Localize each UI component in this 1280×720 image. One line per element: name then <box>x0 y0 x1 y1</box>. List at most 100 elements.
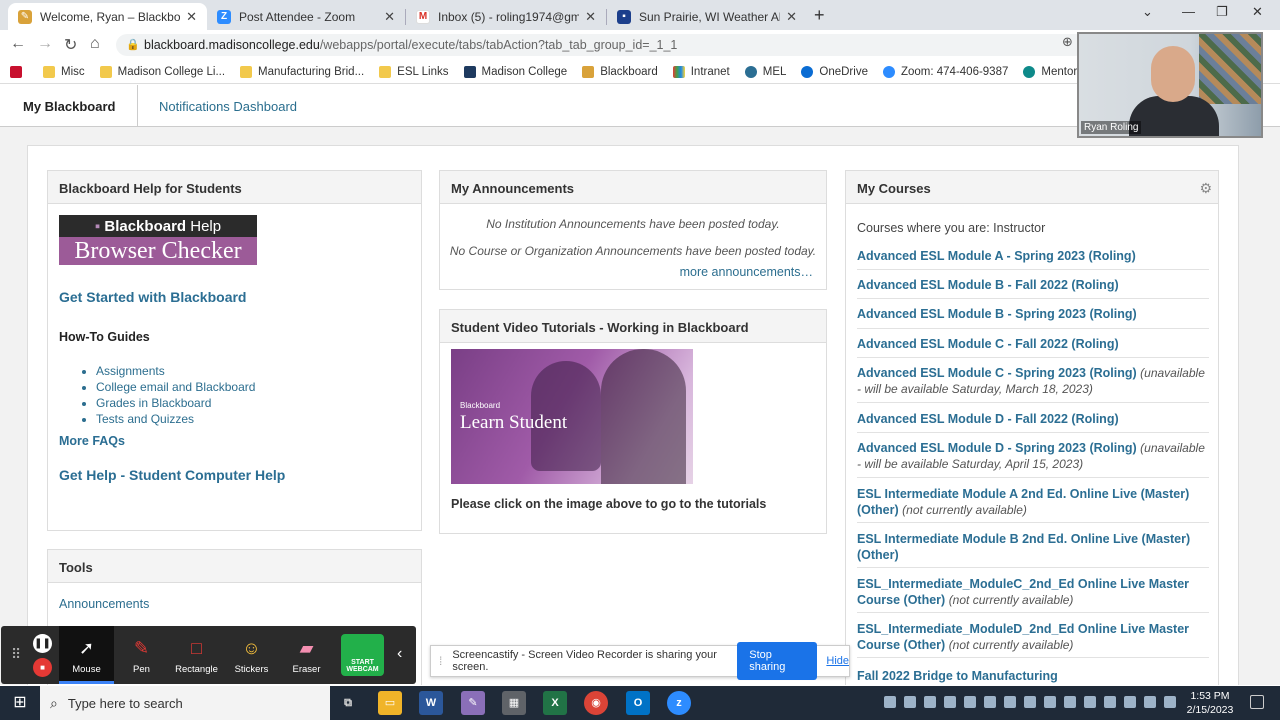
tray-meeting-icon[interactable] <box>904 696 916 708</box>
tab-weather[interactable]: ▪ Sun Prairie, WI Weather Alerts - T ✕ <box>607 3 807 30</box>
course-item[interactable]: ESL Intermediate Module B 2nd Ed. Online… <box>857 531 1209 563</box>
bookmark-onedrive[interactable]: OneDrive <box>801 65 868 78</box>
pause-icon[interactable]: ❚❚ <box>33 634 52 653</box>
start-webcam-button[interactable]: START WEBCAM <box>334 626 389 684</box>
reload-icon[interactable]: ↻ <box>64 35 77 55</box>
chrome-icon[interactable]: ◉ <box>584 691 608 715</box>
course-item[interactable]: Advanced ESL Module B - Spring 2023 (Rol… <box>857 306 1209 322</box>
bookmark-madison-college[interactable]: Madison College <box>463 65 567 78</box>
tray-teams-icon[interactable] <box>924 696 936 708</box>
tray-app-icon[interactable] <box>1024 696 1036 708</box>
close-tab-icon[interactable]: ✕ <box>585 9 596 25</box>
windows-start-icon[interactable]: ⊞ <box>0 686 40 720</box>
guide-college-email[interactable]: College email and Blackboard <box>96 380 255 394</box>
course-item[interactable]: Advanced ESL Module A - Spring 2023 (Rol… <box>857 248 1209 264</box>
grip-icon[interactable]: ⁞ <box>439 654 442 668</box>
bookmark-madison-college-li[interactable]: Madison College Li... <box>99 65 225 78</box>
close-tab-icon[interactable]: ✕ <box>186 9 197 25</box>
tray-bluetooth-icon[interactable] <box>1084 696 1096 708</box>
guide-grades[interactable]: Grades in Blackboard <box>96 396 255 410</box>
bookmark-misc[interactable]: Misc <box>43 65 85 78</box>
course-item[interactable]: Advanced ESL Module B - Fall 2022 (Rolin… <box>857 277 1209 293</box>
tab-my-blackboard[interactable]: My Blackboard <box>0 85 138 127</box>
close-tab-icon[interactable]: ✕ <box>384 9 395 25</box>
course-item[interactable]: ESL_Intermediate_ModuleC_2nd_Ed Online L… <box>857 576 1209 608</box>
lock-icon[interactable]: 🔒 <box>126 38 140 51</box>
outlook-icon[interactable]: O <box>626 691 650 715</box>
back-icon[interactable]: ← <box>10 35 26 53</box>
taskbar-search[interactable]: ⌕ Type here to search <box>40 686 330 720</box>
tray-app-icon[interactable] <box>944 696 956 708</box>
tray-onedrive-icon[interactable] <box>984 696 996 708</box>
browser-checker-banner[interactable]: ▪ Blackboard Help Browser Checker <box>59 215 257 265</box>
home-icon[interactable]: ⌂ <box>90 35 100 53</box>
maximize-icon[interactable]: ❐ <box>1216 4 1228 20</box>
paint-icon[interactable]: ✎ <box>461 691 485 715</box>
notifications-icon[interactable] <box>1250 695 1264 709</box>
stop-sharing-button[interactable]: Stop sharing <box>737 642 818 680</box>
mouse-tool[interactable]: ➚ Mouse <box>59 626 114 684</box>
chevron-down-icon[interactable]: ⌄ <box>1142 4 1153 20</box>
tray-onedrive-icon[interactable] <box>1004 696 1016 708</box>
zoom-magnifier-icon[interactable]: ⊕ <box>1062 34 1073 50</box>
guide-tests[interactable]: Tests and Quizzes <box>96 412 255 426</box>
course-item[interactable]: Advanced ESL Module C - Spring 2023 (Rol… <box>857 365 1209 397</box>
close-window-icon[interactable]: ✕ <box>1252 4 1263 20</box>
tray-mic-icon[interactable] <box>1104 696 1116 708</box>
course-item[interactable]: Advanced ESL Module C - Fall 2022 (Rolin… <box>857 336 1209 352</box>
zoom-app-icon[interactable]: z <box>667 691 691 715</box>
tray-volume-icon[interactable] <box>1164 696 1176 708</box>
tab-notifications-dashboard[interactable]: Notifications Dashboard <box>159 99 297 114</box>
tray-app-icon[interactable] <box>1044 696 1056 708</box>
bookmark-madison-e[interactable] <box>10 65 28 78</box>
get-help-link[interactable]: Get Help - Student Computer Help <box>59 467 285 483</box>
stop-recording-icon[interactable]: ■ <box>33 658 52 677</box>
taskbar-clock[interactable]: 1:53 PM 2/15/2023 <box>1180 689 1240 717</box>
bookmark-intranet[interactable]: Intranet <box>672 65 730 78</box>
file-explorer-icon[interactable]: ▭ <box>378 691 402 715</box>
stickers-tool[interactable]: ☺ Stickers <box>224 626 279 684</box>
collapse-chevron-icon[interactable]: ‹ <box>397 645 402 663</box>
address-bar[interactable]: 🔒 blackboard.madisoncollege.edu/webapps/… <box>116 34 1086 56</box>
new-tab-button[interactable]: + <box>814 5 825 26</box>
course-item[interactable]: Advanced ESL Module D - Fall 2022 (Rolin… <box>857 411 1209 427</box>
task-view-icon[interactable]: ⧉ <box>336 691 360 715</box>
bookmark-blackboard[interactable]: Blackboard <box>582 65 658 78</box>
more-announcements-link[interactable]: more announcements… <box>680 265 813 279</box>
bookmark-esl-links[interactable]: ESL Links <box>379 65 449 78</box>
hide-link[interactable]: Hide <box>826 655 849 667</box>
gear-icon[interactable]: ⚙ <box>1199 180 1212 197</box>
tools-announcements-link[interactable]: Announcements <box>59 597 149 611</box>
tray-app-icon[interactable] <box>964 696 976 708</box>
get-started-link[interactable]: Get Started with Blackboard <box>59 289 246 305</box>
forward-icon[interactable]: → <box>37 35 53 53</box>
tray-battery-icon[interactable] <box>1124 696 1136 708</box>
announcements-title: My Announcements <box>440 171 826 204</box>
bookmark-mel[interactable]: MEL <box>744 65 786 78</box>
excel-icon[interactable]: X <box>543 691 567 715</box>
word-icon[interactable]: W <box>419 691 443 715</box>
course-item[interactable]: Advanced ESL Module D - Spring 2023 (Rol… <box>857 440 1209 472</box>
tutorials-image[interactable]: Blackboard Learn Student <box>451 349 693 484</box>
tab-zoom[interactable]: Z Post Attendee - Zoom ✕ <box>207 3 405 30</box>
calculator-icon[interactable]: ▦ <box>502 691 526 715</box>
close-tab-icon[interactable]: ✕ <box>786 9 797 25</box>
course-item[interactable]: ESL Intermediate Module A 2nd Ed. Online… <box>857 486 1209 518</box>
tray-zoom-icon[interactable] <box>884 696 896 708</box>
tray-app-icon[interactable] <box>1064 696 1076 708</box>
course-item[interactable]: Fall 2022 Bridge to Manufacturing <box>857 668 1209 684</box>
tab-gmail[interactable]: M Inbox (5) - roling1974@gmail.co ✕ <box>406 3 606 30</box>
eraser-tool[interactable]: ▰ Eraser <box>279 626 334 684</box>
bookmark-zoom[interactable]: Zoom: 474-406-9387 <box>882 65 1008 78</box>
tray-wifi-icon[interactable] <box>1144 696 1156 708</box>
rectangle-tool[interactable]: □ Rectangle <box>169 626 224 684</box>
tab-blackboard[interactable]: ✎ Welcome, Ryan – Blackboard Lea ✕ <box>8 3 207 30</box>
guide-assignments[interactable]: Assignments <box>96 364 255 378</box>
drag-handle-icon[interactable]: ⠿ <box>11 646 21 663</box>
bookmark-manufacturing[interactable]: Manufacturing Brid... <box>240 65 364 78</box>
minimize-icon[interactable]: — <box>1182 4 1195 19</box>
pen-tool[interactable]: ✎ Pen <box>114 626 169 684</box>
course-divider <box>857 657 1209 658</box>
more-faqs-link[interactable]: More FAQs <box>59 434 125 448</box>
course-item[interactable]: ESL_Intermediate_ModuleD_2nd_Ed Online L… <box>857 621 1209 653</box>
